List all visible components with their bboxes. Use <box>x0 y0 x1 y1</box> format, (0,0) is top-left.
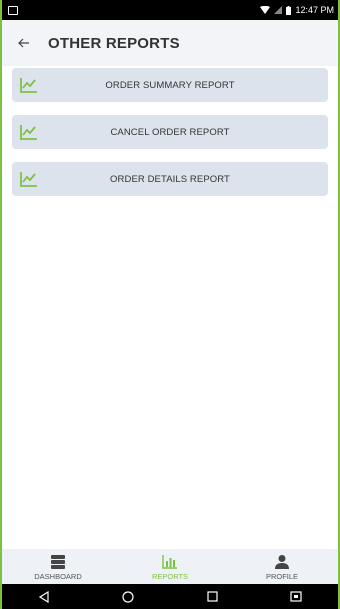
wifi-icon <box>260 6 271 14</box>
dashboard-icon <box>51 553 65 569</box>
status-bar: 12:47 PM <box>2 0 338 20</box>
status-right: 12:47 PM <box>260 5 334 15</box>
screenshot-icon[interactable] <box>286 587 306 607</box>
home-circle-icon[interactable] <box>118 587 138 607</box>
nav-label: PROFILE <box>265 571 299 581</box>
report-item-order-details[interactable]: ORDER DETAILS REPORT <box>12 162 328 196</box>
app-bar: OTHER REPORTS <box>2 20 338 66</box>
line-chart-icon <box>20 124 38 140</box>
person-icon <box>275 553 289 569</box>
line-chart-icon <box>20 77 38 93</box>
recents-square-icon[interactable] <box>202 587 222 607</box>
report-label: ORDER SUMMARY REPORT <box>105 79 235 91</box>
nav-item-reports[interactable]: REPORTS <box>125 553 215 581</box>
system-nav-bar <box>2 584 338 609</box>
report-item-order-summary[interactable]: ORDER SUMMARY REPORT <box>12 68 328 102</box>
report-item-cancel-order[interactable]: CANCEL ORDER REPORT <box>12 115 328 149</box>
report-label: ORDER DETAILS REPORT <box>110 173 230 185</box>
bottom-nav: DASHBOARD REPORTS PROFILE <box>2 549 338 584</box>
page-title: OTHER REPORTS <box>48 34 180 52</box>
app-frame: 12:47 PM OTHER REPORTS ORDER SUMMARY REP… <box>0 0 340 609</box>
status-time: 12:47 PM <box>295 5 334 15</box>
nav-label: REPORTS <box>151 571 189 581</box>
signal-icon <box>274 6 283 14</box>
nav-item-dashboard[interactable]: DASHBOARD <box>13 553 103 581</box>
status-left <box>8 5 18 15</box>
notification-icon <box>8 5 18 15</box>
back-arrow-icon[interactable] <box>12 31 36 55</box>
line-chart-icon <box>20 171 38 187</box>
battery-icon <box>286 5 292 15</box>
nav-item-profile[interactable]: PROFILE <box>237 553 327 581</box>
nav-label: DASHBOARD <box>34 571 82 581</box>
bar-chart-icon <box>162 553 178 569</box>
report-list: ORDER SUMMARY REPORT CANCEL ORDER REPORT… <box>12 68 328 209</box>
report-label: CANCEL ORDER REPORT <box>110 126 230 138</box>
back-triangle-icon[interactable] <box>34 587 54 607</box>
